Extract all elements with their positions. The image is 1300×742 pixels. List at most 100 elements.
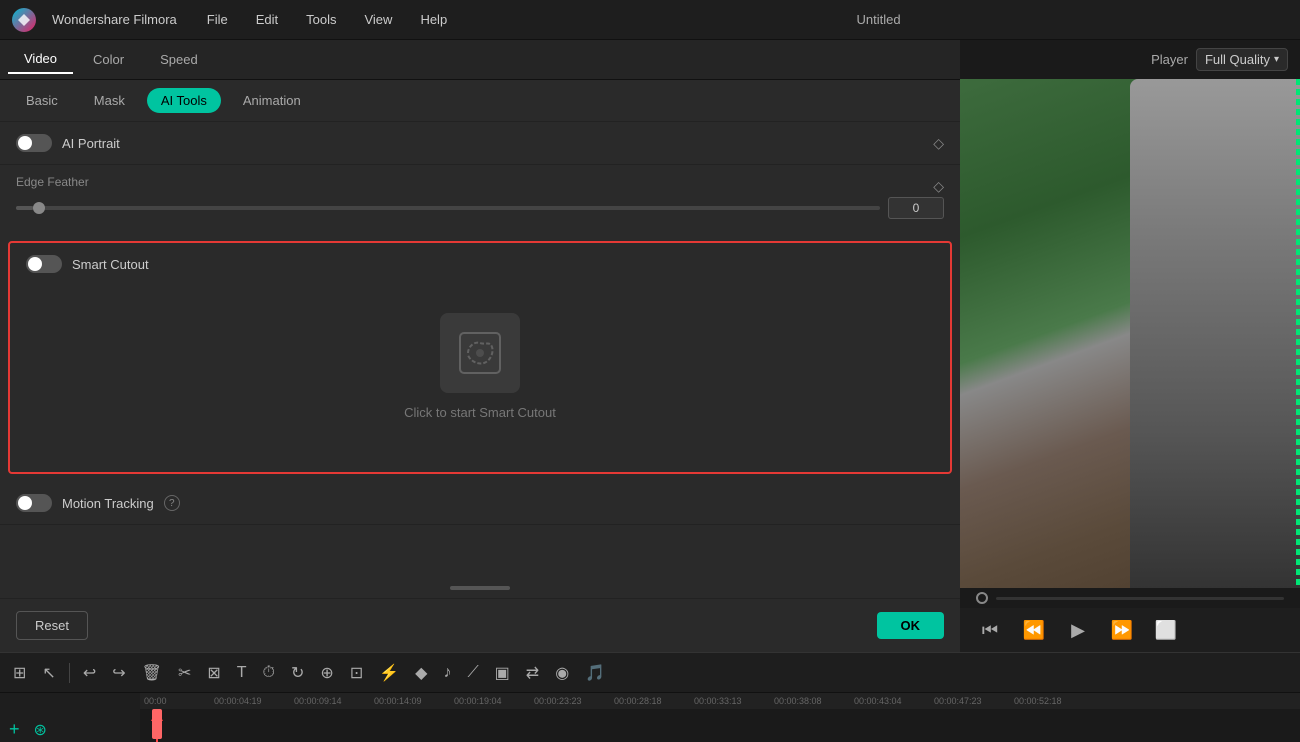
tl-stabilize-button[interactable]: ◉ [550,659,574,687]
ai-portrait-diamond-icon: ◇ [933,135,944,152]
tl-clock-button[interactable]: ⏱ [258,660,280,686]
timeline-toolbar: ⊞ ↖ ↩ ↪ 🗑 ✂ ⊠ T ⏱ ↻ ⊕ ⊡ ⚡ ◆ ♪ ⟋ ▣ ⇄ ◉ 🎵 [0,653,1300,693]
progress-track[interactable] [996,597,1284,600]
edge-feather-section: Edge Feather ◇ 0 [0,165,960,233]
scroll-bar [450,586,510,590]
edge-feather-diamond-icon: ◇ [933,178,944,195]
ruler-9: 00:00:43:04 [854,696,934,706]
tl-delete-button[interactable]: 🗑 [137,659,167,687]
ruler-10: 00:00:47:23 [934,696,1014,706]
motion-tracking-label: Motion Tracking [62,496,154,511]
motion-tracking-toggle[interactable] [16,494,52,512]
quality-value: Full Quality [1205,52,1270,67]
sub-tab-ai-tools[interactable]: AI Tools [147,88,221,113]
edge-feather-thumb[interactable] [33,202,45,214]
sub-tabs: Basic Mask AI Tools Animation [0,80,960,122]
edge-feather-slider-row: 0 [16,197,944,219]
cutout-icon [440,313,520,393]
playhead-marker [152,709,162,739]
main-area: Video Color Speed Basic Mask AI Tools An… [0,40,1300,652]
tl-grid-button[interactable]: ⊞ [8,659,31,687]
fullscreen-button[interactable]: ⬜ [1152,616,1180,644]
ruler-11: 00:00:52:18 [1014,696,1094,706]
tl-link-button[interactable]: ⊛ [29,716,52,742]
player-label: Player [1151,52,1188,67]
step-back-button[interactable]: ⏪ [1020,616,1048,644]
progress-bar [960,588,1300,608]
tl-crop-button[interactable]: ⊠ [202,659,225,687]
ruler-8: 00:00:38:08 [774,696,854,706]
smart-cutout-toggle[interactable] [26,255,62,273]
tl-redo-button[interactable]: ↪ [107,659,130,687]
tl-pip-button[interactable]: ▣ [490,659,515,687]
app-logo [12,8,36,32]
cutout-placeholder[interactable]: Click to start Smart Cutout [26,273,934,460]
tab-color[interactable]: Color [77,46,140,73]
tl-undo-button[interactable]: ↩ [78,659,101,687]
timeline-left-controls: + ⊛ [0,693,140,742]
ai-portrait-label: AI Portrait [62,136,120,151]
tl-text-button[interactable]: T [232,660,252,686]
tl-speed-button[interactable]: ⚡ [374,659,404,687]
menu-file[interactable]: File [201,10,234,29]
smart-cutout-label: Smart Cutout [72,257,149,272]
ruler-1: 00:00:04:19 [214,696,294,706]
motion-tracking-toggle-row: Motion Tracking ? [16,494,944,512]
edge-feather-track[interactable] [16,206,880,210]
tl-insert-button[interactable]: ⊕ [315,659,338,687]
sub-tab-animation[interactable]: Animation [229,88,315,113]
ruler-3: 00:00:14:09 [374,696,454,706]
tab-video[interactable]: Video [8,45,73,74]
timeline-tracks: 00:00 00:00:04:19 00:00:09:14 00:00:14:0… [140,693,1300,742]
sub-tab-mask[interactable]: Mask [80,88,139,113]
edge-feather-value[interactable]: 0 [888,197,944,219]
cutout-placeholder-text: Click to start Smart Cutout [404,405,556,420]
ruler-0: 00:00 [144,696,214,706]
sub-tab-basic[interactable]: Basic [12,88,72,113]
window-title: Untitled [469,12,1288,27]
tl-add-track-button[interactable]: + [4,715,25,742]
right-panel: Player Full Quality ▾ ⏮ ⏪ ▶ ⏩ [960,40,1300,652]
player-header: Player Full Quality ▾ [960,40,1300,79]
smart-cutout-toggle-row: Smart Cutout [26,255,934,273]
ruler-5: 00:00:23:23 [534,696,614,706]
track-row [140,709,1300,742]
title-bar: Wondershare Filmora File Edit Tools View… [0,0,1300,40]
tl-transition-button[interactable]: ⇄ [521,659,544,687]
go-to-start-button[interactable]: ⏮ [976,616,1004,644]
quality-selector[interactable]: Full Quality ▾ [1196,48,1288,71]
ruler-7: 00:00:33:13 [694,696,774,706]
progress-dot[interactable] [976,592,988,604]
ok-button[interactable]: OK [877,612,945,639]
tl-audio-button[interactable]: ♪ [438,660,456,686]
tl-scissors-button[interactable]: ✂ [173,659,196,687]
motion-tracking-help-icon[interactable]: ? [164,495,180,511]
tl-audio2-button[interactable]: 🎵 [580,659,610,687]
menu-help[interactable]: Help [414,10,453,29]
player-controls: ⏮ ⏪ ▶ ⏩ ⬜ [960,608,1300,652]
ai-portrait-section: AI Portrait ◇ [0,122,960,165]
video-preview [960,79,1300,588]
tab-speed[interactable]: Speed [144,46,214,73]
menu-tools[interactable]: Tools [300,10,342,29]
chevron-down-icon: ▾ [1274,54,1279,65]
motion-tracking-section: Motion Tracking ? [0,482,960,525]
ruler-6: 00:00:28:18 [614,696,694,706]
video-canvas [960,79,1300,588]
app-name-label: Wondershare Filmora [52,12,177,27]
tl-rotate-button[interactable]: ↻ [286,659,309,687]
ai-portrait-toggle-row: AI Portrait [16,134,120,152]
tl-split-button[interactable]: ⟋ [462,660,483,686]
play-pause-button[interactable]: ▶ [1064,616,1092,644]
tl-cursor-button[interactable]: ↖ [37,659,60,687]
reset-button[interactable]: Reset [16,611,88,640]
bottom-buttons: Reset OK [0,598,960,652]
ruler-4: 00:00:19:04 [454,696,534,706]
tl-keyframe-button[interactable]: ◆ [410,659,432,687]
menu-view[interactable]: View [358,10,398,29]
ai-portrait-toggle[interactable] [16,134,52,152]
playhead[interactable] [156,709,158,742]
step-forward-button[interactable]: ⏩ [1108,616,1136,644]
menu-edit[interactable]: Edit [250,10,284,29]
tl-trim-button[interactable]: ⊡ [345,659,368,687]
